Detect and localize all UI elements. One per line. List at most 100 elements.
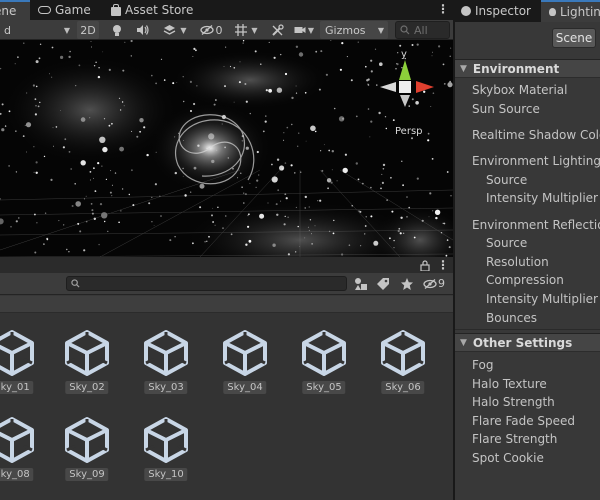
gizmo-neg-x-arrow[interactable] xyxy=(380,82,396,92)
chevron-down-icon: ▼ xyxy=(180,25,187,35)
environment-lighting-label: Environment Lighting xyxy=(472,154,600,168)
star xyxy=(434,209,441,215)
gizmo-x-arrow[interactable] xyxy=(416,81,434,93)
star xyxy=(233,101,235,103)
foldout-expanded-icon: ▼ xyxy=(460,63,467,74)
filter-by-type-icon[interactable] xyxy=(354,277,368,291)
asset-item-sky-10[interactable]: Sky_10 xyxy=(129,416,203,496)
tab-scene-label: ene xyxy=(0,4,17,18)
asset-item-sky-06[interactable]: Sky_06 xyxy=(366,329,440,409)
star xyxy=(208,235,210,238)
filter-by-label-icon[interactable] xyxy=(376,277,390,291)
effects-dropdown[interactable]: ▼ xyxy=(156,21,194,39)
star xyxy=(94,190,97,193)
gizmos-dropdown[interactable]: Gizmos ▼ xyxy=(320,21,388,39)
asset-item-sky-08[interactable]: Sky_08 xyxy=(0,416,49,496)
star xyxy=(68,151,71,153)
star xyxy=(331,150,334,153)
star xyxy=(1,103,4,106)
lock-icon[interactable] xyxy=(420,260,430,271)
shopping-bag-icon xyxy=(111,3,121,16)
asset-name: Sky_02 xyxy=(65,381,109,394)
star xyxy=(63,224,65,226)
projection-label[interactable]: Persp xyxy=(395,126,423,137)
star xyxy=(119,146,124,152)
favorites-star-icon[interactable] xyxy=(400,277,414,291)
unity-prefab-icon xyxy=(0,330,34,376)
star xyxy=(68,55,71,59)
project-panel-header: ⋮ xyxy=(0,257,453,273)
audio-toggle[interactable] xyxy=(131,21,153,39)
star xyxy=(183,100,185,103)
skybox-material-label: Skybox Material xyxy=(472,83,568,97)
asset-item-sky-04[interactable]: Sky_04 xyxy=(208,329,282,409)
tools-button[interactable] xyxy=(266,21,288,39)
mode-2d-toggle[interactable]: 2D xyxy=(77,21,99,39)
shading-mode-dropdown[interactable]: d ▼ xyxy=(0,21,74,39)
star xyxy=(367,83,369,85)
asset-name: Sky_03 xyxy=(144,381,188,394)
project-search-input[interactable] xyxy=(66,276,347,291)
star xyxy=(118,221,120,224)
tab-inspector[interactable]: Inspector xyxy=(461,0,531,22)
scene-visibility-toggle[interactable]: 0 xyxy=(197,21,225,39)
star xyxy=(111,122,113,125)
scene-search-input[interactable]: All xyxy=(395,21,450,39)
camera-settings-dropdown[interactable]: ▼ xyxy=(291,21,317,39)
scene-tab-button-label: Scene xyxy=(555,31,593,45)
scene-viewport[interactable]: y Persp xyxy=(0,40,453,257)
gizmo-neg-y-arrow[interactable] xyxy=(400,95,410,107)
star xyxy=(26,92,28,94)
star xyxy=(413,236,416,239)
star xyxy=(444,83,446,85)
star xyxy=(319,199,322,202)
fog-label: Fog xyxy=(472,358,494,372)
star xyxy=(148,202,151,205)
star xyxy=(450,47,452,49)
star xyxy=(15,171,18,173)
camera-icon xyxy=(294,27,306,33)
star xyxy=(304,195,307,199)
tab-scene[interactable]: ene xyxy=(0,0,30,20)
environment-section-header[interactable]: ▼ Environment xyxy=(455,59,600,78)
tab-asset-store[interactable]: Asset Store xyxy=(111,0,193,20)
asset-item-sky-09[interactable]: Sky_09 xyxy=(50,416,124,496)
scene-tab-button[interactable]: Scene xyxy=(552,28,596,48)
star xyxy=(427,132,430,135)
lighting-toggle[interactable] xyxy=(106,21,128,39)
unity-prefab-icon xyxy=(0,417,34,463)
other-settings-section-header[interactable]: ▼ Other Settings xyxy=(455,333,600,352)
hidden-packages-toggle[interactable]: 9 xyxy=(423,277,445,290)
mode-2d-label: 2D xyxy=(80,23,96,37)
gizmo-center-cube[interactable] xyxy=(399,81,411,93)
star xyxy=(160,58,163,60)
grid-dropdown[interactable]: ▼ xyxy=(229,21,263,39)
orientation-gizmo[interactable]: y xyxy=(372,45,442,130)
star xyxy=(224,85,226,88)
star xyxy=(151,74,153,77)
star xyxy=(295,251,297,253)
star xyxy=(381,181,384,184)
asset-item-sky-02[interactable]: Sky_02 xyxy=(50,329,124,409)
project-menu-icon[interactable]: ⋮ xyxy=(437,259,449,271)
star xyxy=(305,140,307,142)
star xyxy=(277,189,280,192)
star xyxy=(411,137,413,140)
star xyxy=(320,150,322,152)
tab-game[interactable]: Game xyxy=(38,0,91,20)
tab-lighting[interactable]: Lighting xyxy=(541,0,600,22)
star xyxy=(53,145,54,147)
gizmo-y-arrow[interactable] xyxy=(399,60,411,80)
star xyxy=(155,82,158,85)
asset-item-sky-01[interactable]: Sky_01 xyxy=(0,329,49,409)
star xyxy=(308,229,310,231)
asset-item-sky-03[interactable]: Sky_03 xyxy=(129,329,203,409)
star xyxy=(83,198,85,200)
scene-tab-menu-icon[interactable]: ⋮ xyxy=(437,3,449,15)
star xyxy=(446,239,449,241)
star xyxy=(192,242,194,245)
star xyxy=(130,40,133,43)
asset-item-sky-05[interactable]: Sky_05 xyxy=(287,329,361,409)
resolution-label: Resolution xyxy=(486,255,549,269)
star xyxy=(287,216,289,218)
